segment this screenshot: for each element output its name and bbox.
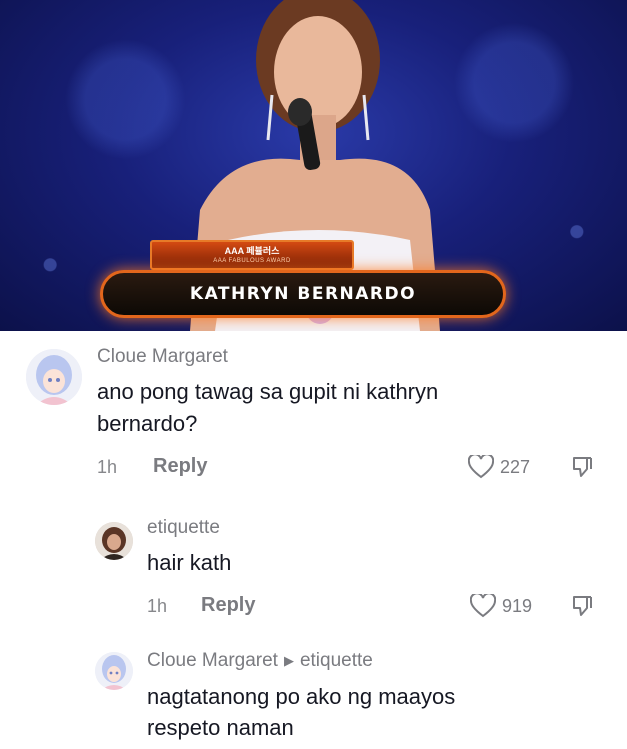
- comment-username[interactable]: etiquette: [147, 517, 220, 539]
- like-count: 227: [500, 456, 531, 477]
- comment-text-continued: respeto naman: [147, 715, 294, 740]
- reply-comment-item: etiquette hair kath 1h Reply 919: [0, 505, 627, 635]
- comment-username[interactable]: Cloue Margaret: [147, 650, 278, 672]
- like-button[interactable]: 919: [470, 594, 532, 618]
- comment-text-continued: bernardo?: [97, 411, 198, 436]
- caption-plate: KATHRYN BERNARDO: [100, 270, 506, 318]
- comment-item: Cloue Margaret ano pong tawag sa gupit n…: [0, 331, 627, 491]
- anime-avatar-icon: [26, 349, 82, 405]
- heart-outline-icon: [468, 455, 494, 479]
- avatar[interactable]: [26, 349, 82, 405]
- heart-outline-icon: [470, 594, 496, 618]
- reply-header: Cloue Margaret ▶ etiquette: [147, 650, 373, 672]
- thumbs-down-icon[interactable]: [570, 594, 594, 618]
- comment-text: hair kath: [147, 550, 232, 575]
- anime-avatar-icon: [95, 652, 133, 690]
- reply-comment-item: Cloue Margaret ▶ etiquette nagtatanong p…: [0, 640, 627, 749]
- like-button[interactable]: 227: [468, 455, 530, 479]
- comment-username[interactable]: Cloue Margaret: [97, 346, 228, 368]
- triangle-right-icon: ▶: [283, 653, 294, 668]
- profile-photo-icon: [95, 522, 133, 560]
- avatar[interactable]: [95, 652, 133, 690]
- award-title: AAA 페뷸러스: [224, 245, 280, 256]
- comment-text: nagtatanong po ako ng maayos: [147, 684, 456, 709]
- avatar[interactable]: [95, 522, 133, 560]
- comment-text: ano pong tawag sa gupit ni kathryn: [97, 379, 439, 404]
- reply-button[interactable]: Reply: [201, 594, 255, 617]
- video-frame[interactable]: AAA 페뷸러스 AAA FABULOUS AWARD KATHRYN BERN…: [0, 0, 627, 331]
- reply-to-username[interactable]: etiquette: [300, 650, 373, 672]
- comment-time: 1h: [147, 596, 168, 616]
- thumbs-down-icon[interactable]: [570, 455, 594, 479]
- reply-button[interactable]: Reply: [153, 455, 207, 478]
- caption-name: KATHRYN BERNARDO: [189, 284, 417, 304]
- award-tag: AAA 페뷸러스 AAA FABULOUS AWARD: [150, 240, 354, 270]
- award-subtitle: AAA FABULOUS AWARD: [213, 257, 291, 264]
- comment-time: 1h: [97, 457, 118, 477]
- like-count: 919: [502, 595, 533, 616]
